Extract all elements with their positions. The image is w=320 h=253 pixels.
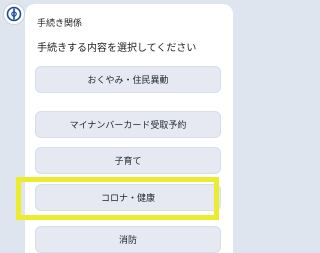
card-subtitle: 手続きする内容を選択してください [37, 43, 197, 54]
card-title: 手続き関係 [37, 19, 83, 29]
menu-button-corona[interactable]: コロナ・健康 [35, 184, 221, 211]
menu-button-okuyami[interactable]: おくやみ・住民異動 [35, 66, 221, 93]
menu-button-mynumber[interactable]: マイナンバーカード受取予約 [35, 111, 221, 138]
menu-button-kosodate[interactable]: 子育て [35, 147, 221, 174]
menu-button-shobo[interactable]: 消防 [35, 226, 221, 253]
account-avatar [3, 3, 25, 25]
message-card: 手続き関係 手続きする内容を選択してください おくやみ・住民異動 マイナンバーカ… [25, 4, 233, 253]
city-emblem-icon [6, 6, 22, 22]
